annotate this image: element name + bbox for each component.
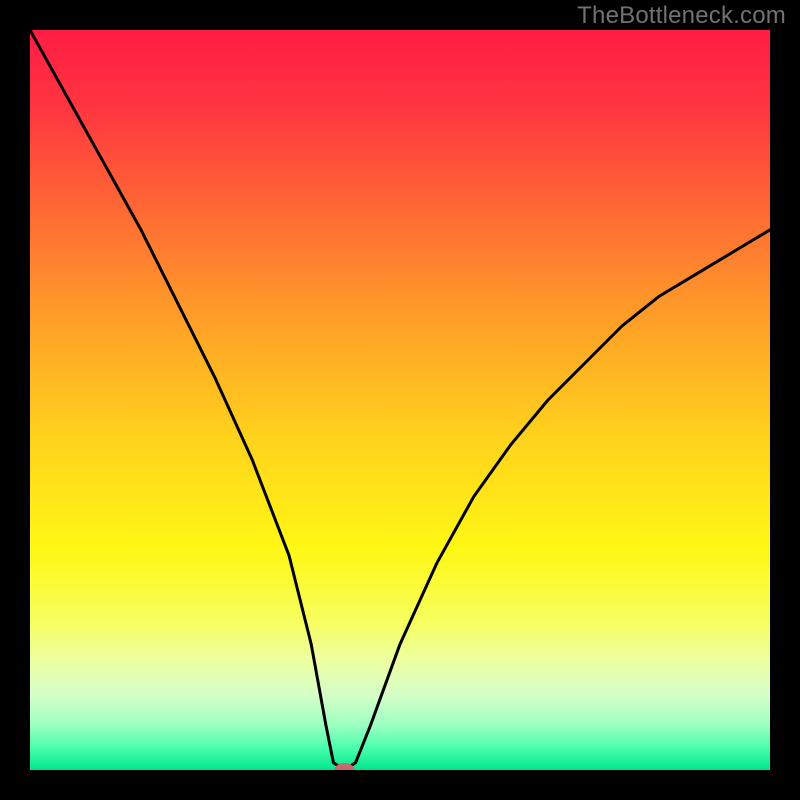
chart-svg xyxy=(0,0,800,800)
frame xyxy=(0,770,800,800)
plot-background xyxy=(30,30,770,770)
watermark: TheBottleneck.com xyxy=(577,2,786,30)
frame xyxy=(770,0,800,800)
frame xyxy=(0,0,30,800)
bottleneck-chart: TheBottleneck.com xyxy=(0,0,800,800)
